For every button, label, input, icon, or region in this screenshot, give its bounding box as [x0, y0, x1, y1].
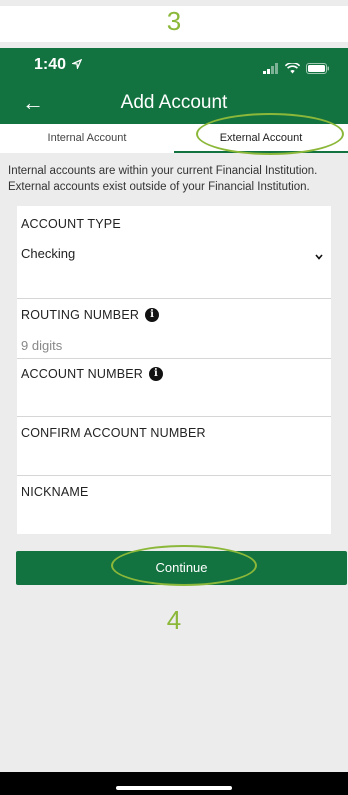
info-icon[interactable]: i	[149, 367, 164, 381]
location-arrow-icon	[71, 58, 83, 71]
nickname-label-text: NICKNAME	[21, 485, 89, 499]
battery-icon	[306, 63, 329, 74]
page-title: Add Account	[120, 92, 228, 113]
account-tabs: Internal Account External Account	[0, 124, 348, 153]
nickname-input[interactable]	[21, 508, 321, 526]
tab-internal-account[interactable]: Internal Account	[0, 124, 174, 153]
step-number-annotation: 3	[0, 6, 348, 42]
routing-number-input[interactable]: 9 digits	[21, 338, 62, 353]
routing-number-label-text: ROUTING NUMBER	[21, 308, 140, 322]
confirm-account-number-label-text: CONFIRM ACCOUNT NUMBER	[21, 426, 206, 440]
account-type-select[interactable]: Checking	[21, 246, 75, 261]
account-number-label-text: ACCOUNT NUMBER	[21, 367, 144, 381]
info-description: Internal accounts are within your curren…	[8, 165, 318, 193]
status-time-text: 1:40	[34, 56, 67, 73]
divider	[17, 416, 331, 417]
status-time: 1:40	[34, 56, 83, 74]
status-bar: 1:40	[0, 48, 348, 86]
confirm-account-number-input[interactable]	[21, 451, 321, 469]
continue-button[interactable]: Continue	[16, 551, 347, 585]
step-number-annotation: 4	[166, 605, 182, 635]
confirm-account-number-label: CONFIRM ACCOUNT NUMBER	[21, 426, 206, 440]
divider	[17, 298, 331, 299]
signal-bars-icon	[263, 63, 278, 74]
account-number-label: ACCOUNT NUMBER i	[21, 367, 164, 381]
account-type-label: ACCOUNT TYPE	[21, 217, 121, 231]
wifi-icon	[285, 63, 300, 74]
divider	[17, 358, 331, 359]
tab-external-account[interactable]: External Account	[174, 124, 348, 153]
routing-number-label: ROUTING NUMBER i	[21, 308, 160, 322]
chevron-down-icon[interactable]	[315, 254, 323, 260]
home-indicator[interactable]	[116, 786, 232, 790]
home-indicator-area	[0, 772, 348, 795]
status-icons	[263, 60, 330, 74]
account-form: ACCOUNT TYPE Checking ROUTING NUMBER i 9…	[17, 206, 331, 534]
nav-bar: ← Add Account	[0, 86, 348, 124]
account-number-input[interactable]	[21, 392, 321, 410]
account-type-label-text: ACCOUNT TYPE	[21, 217, 121, 231]
nickname-label: NICKNAME	[21, 485, 89, 499]
divider	[17, 475, 331, 476]
info-icon[interactable]: i	[145, 308, 160, 322]
app-header: 1:40 ← Add Account	[0, 48, 348, 124]
